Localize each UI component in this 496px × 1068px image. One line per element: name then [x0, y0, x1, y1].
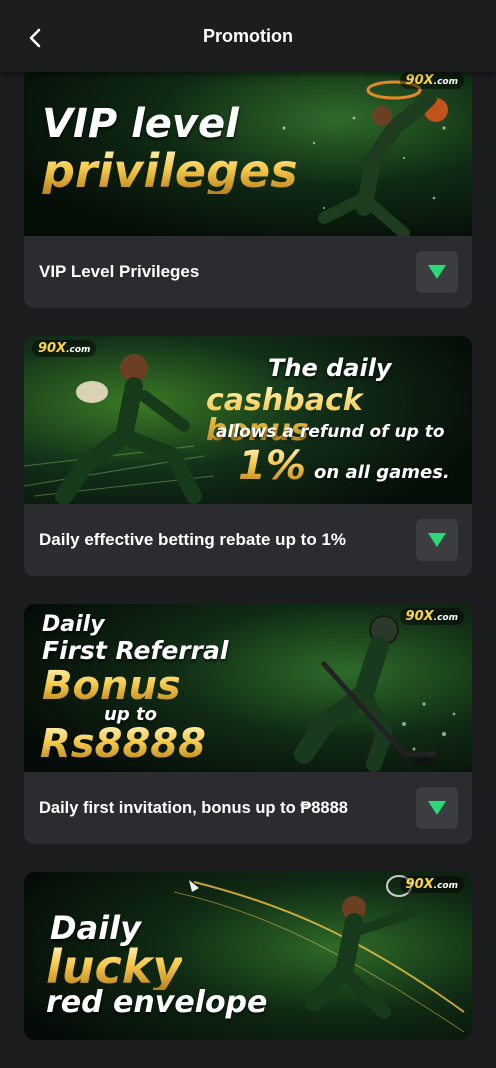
banner-headline-line4: 1% — [238, 443, 306, 489]
banner-headline-line3: Bonus — [42, 663, 181, 709]
chevron-left-icon — [29, 28, 41, 48]
caret-down-icon — [428, 801, 446, 815]
promotion-card-cashback[interactable]: 90X.com The daily cashback bonus allows … — [24, 336, 472, 576]
brand-logo: 90X.com — [399, 608, 464, 625]
banner-headline-line2: lucky — [46, 940, 183, 994]
banner-headline-line3: allows a refund of up to — [216, 422, 445, 442]
promotion-card-footer: Daily first invitation, bonus up to ₱888… — [24, 772, 472, 844]
promotion-banner-cashback[interactable]: 90X.com The daily cashback bonus allows … — [24, 336, 472, 504]
promotion-title: Daily effective betting rebate up to 1% — [39, 530, 347, 549]
promotion-banner-vip[interactable]: 90X.com VIP level privileges — [24, 68, 472, 236]
back-button[interactable] — [18, 20, 54, 56]
banner-headline-line2: First Referral — [42, 636, 229, 665]
expand-button[interactable] — [416, 519, 458, 561]
expand-button[interactable] — [416, 787, 458, 829]
promotion-list: 90X.com VIP level privileges VIP Level P… — [24, 68, 472, 1068]
promotion-card-referral[interactable]: 90X.com Daily First Referral Bonus up to… — [24, 604, 472, 844]
expand-button[interactable] — [416, 251, 458, 293]
promotion-card-footer: Daily effective betting rebate up to 1% — [24, 504, 472, 576]
banner-headline-line3: red envelope — [46, 985, 268, 1020]
promotion-title: VIP Level Privileges — [39, 262, 200, 281]
banner-headline-line1: Daily — [42, 612, 105, 637]
promotion-card-red-envelope[interactable]: 90X.com Daily lucky red envelope — [24, 872, 472, 1040]
banner-headline-line5: Rs8888 — [40, 721, 206, 767]
promotion-card-vip[interactable]: 90X.com VIP level privileges VIP Level P… — [24, 68, 472, 308]
top-bar: Promotion — [0, 0, 496, 72]
caret-down-icon — [428, 533, 446, 547]
promotion-banner-referral[interactable]: 90X.com Daily First Referral Bonus up to… — [24, 604, 472, 772]
banner-headline-line1: The daily — [268, 354, 392, 382]
promotion-title: Daily first invitation, bonus up to ₱888… — [39, 798, 348, 817]
brand-logo: 90X.com — [399, 72, 464, 89]
brand-logo: 90X.com — [399, 876, 464, 893]
promotion-card-footer: VIP Level Privileges — [24, 236, 472, 308]
page-title: Promotion — [203, 25, 293, 46]
brand-logo: 90X.com — [32, 340, 97, 357]
banner-headline-line5: on all games. — [314, 462, 450, 483]
banner-headline-line1: VIP level — [42, 101, 239, 147]
promotion-banner-red-envelope[interactable]: 90X.com Daily lucky red envelope — [24, 872, 472, 1040]
caret-down-icon — [428, 265, 446, 279]
banner-headline-line2: privileges — [42, 144, 298, 198]
